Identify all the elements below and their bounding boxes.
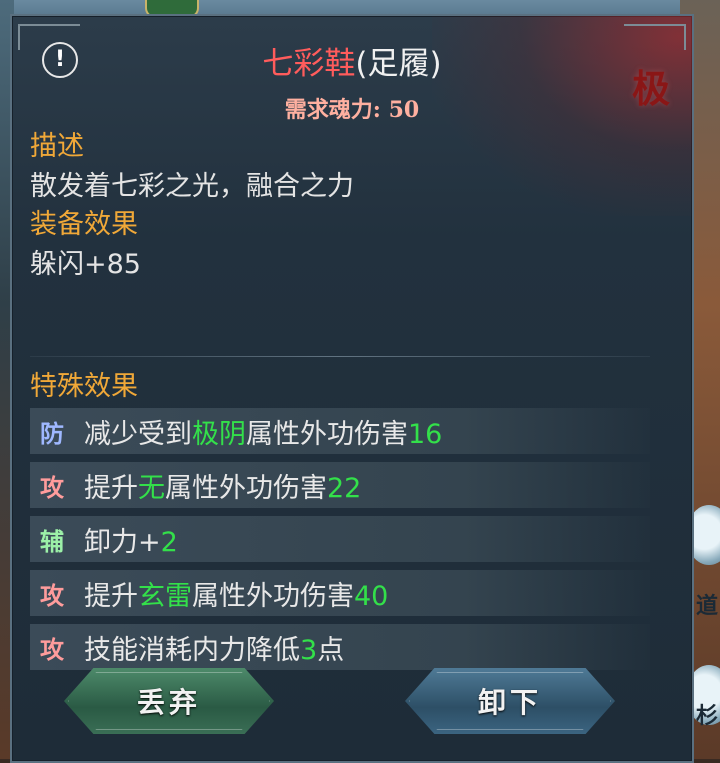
special-effect-row: 攻 提升玄雷属性外功伤害40 xyxy=(30,570,650,616)
special-effect-row: 攻 技能消耗内力降低3点 xyxy=(30,624,650,670)
soul-power-requirement: 需求魂力: 50 xyxy=(284,97,420,123)
unequip-button-label: 卸下 xyxy=(477,686,542,719)
effect-text: 提升无属性外功伤害22 xyxy=(84,472,362,504)
special-effect-row: 攻 提升无属性外功伤害22 xyxy=(30,462,650,508)
section-divider xyxy=(30,356,650,357)
attack-tag-icon: 攻 xyxy=(40,472,64,502)
special-effect-row: 防 减少受到极阴属性外功伤害16 xyxy=(30,408,650,454)
attack-tag-icon: 攻 xyxy=(40,634,64,664)
background-side-text: 杉 xyxy=(695,704,718,729)
effect-text: 技能消耗内力降低3点 xyxy=(84,634,345,666)
description-label: 描述 xyxy=(30,131,84,162)
item-slot: (足履) xyxy=(355,46,442,82)
effect-text: 提升玄雷属性外功伤害40 xyxy=(84,580,389,612)
effect-text: 减少受到极阴属性外功伤害16 xyxy=(84,418,443,450)
background-side-text: 道 xyxy=(695,594,718,619)
unequip-button[interactable]: 卸下 xyxy=(405,668,615,734)
discard-button-label: 丢弃 xyxy=(136,686,201,719)
item-name: 七彩鞋 xyxy=(262,46,356,82)
discard-button[interactable]: 丢弃 xyxy=(64,668,274,734)
defense-tag-icon: 防 xyxy=(40,418,64,448)
item-tooltip-panel: ! 七彩鞋(足履) 需求魂力: 50 极 描述 散发着七彩之光，融合之力 装备效… xyxy=(10,14,694,763)
special-effect-row: 辅 卸力+2 xyxy=(30,516,650,562)
special-effect-label: 特殊效果 xyxy=(30,371,138,402)
rarity-seal: 极 xyxy=(631,66,670,111)
support-tag-icon: 辅 xyxy=(40,526,64,556)
item-title: 七彩鞋(足履) xyxy=(12,38,692,83)
attack-tag-icon: 攻 xyxy=(40,580,64,610)
effect-text: 卸力+2 xyxy=(84,526,178,558)
equip-effect-label: 装备效果 xyxy=(30,209,138,240)
equip-effect-text: 躲闪+85 xyxy=(30,249,141,280)
description-text: 散发着七彩之光，融合之力 xyxy=(30,171,354,202)
